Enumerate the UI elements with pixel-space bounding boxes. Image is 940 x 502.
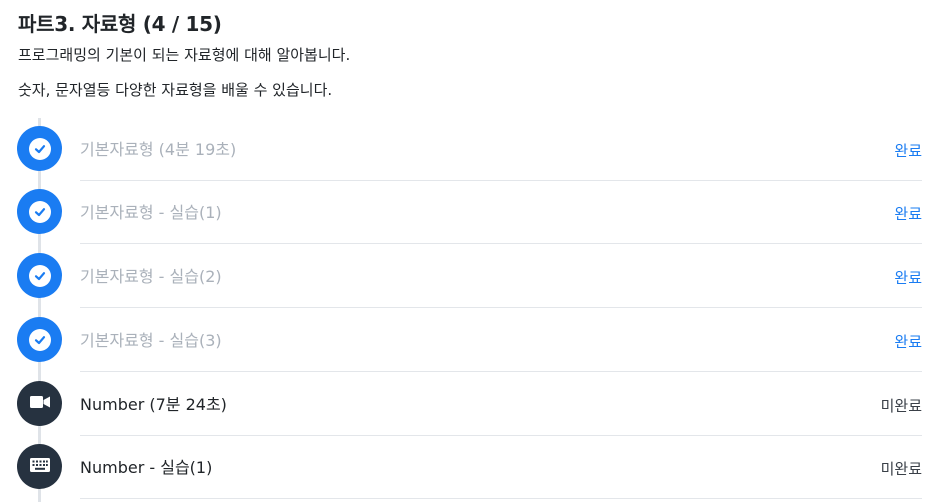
curriculum-part: 파트3. 자료형 (4 / 15) 프로그래밍의 기본이 되는 자료형에 대해 … [0,0,940,502]
check-icon [28,200,51,223]
lesson-title[interactable]: 기본자료형 - 실습(2) [80,263,222,287]
divider [80,307,922,308]
lesson-type-circle [17,381,62,426]
lesson-title[interactable]: Number (7분 24초) [80,391,227,415]
part-title: 파트3. 자료형 (4 / 15) [18,12,222,36]
part-description-line-2: 숫자, 문자열등 다양한 자료형을 배울 수 있습니다. [18,81,333,99]
divider [80,498,922,499]
check-icon [28,264,51,287]
check-icon [28,137,51,160]
keyboard-icon [29,457,50,476]
lesson-title[interactable]: 기본자료형 (4분 19초) [80,136,236,160]
lesson-title[interactable]: 기본자료형 - 실습(1) [80,199,222,223]
lesson-status: 완료 [894,142,922,160]
divider [80,371,922,372]
lesson-status: 미완료 [880,460,922,478]
part-description-line-1: 프로그래밍의 기본이 되는 자료형에 대해 알아봅니다. [18,46,351,64]
lesson-item[interactable]: 기본자료형 - 실습(1) 완료 [0,181,940,244]
divider [80,243,922,244]
lesson-status: 완료 [894,269,922,287]
lesson-status: 미완료 [880,397,922,415]
lesson-title[interactable]: 기본자료형 - 실습(3) [80,327,222,351]
lesson-item[interactable]: 기본자료형 - 실습(3) 완료 [0,309,940,372]
lesson-status-circle [17,126,62,171]
lesson-status: 완료 [894,205,922,223]
lesson-item[interactable]: Number - 실습(1) 미완료 [0,436,940,499]
lesson-status-circle [17,253,62,298]
lesson-status-circle [17,317,62,362]
lesson-item[interactable]: Number (7분 24초) 미완료 [0,373,940,436]
lesson-item[interactable]: 기본자료형 - 실습(2) 완료 [0,245,940,308]
lesson-item[interactable]: 기본자료형 (4분 19초) 완료 [0,118,940,181]
video-camera-icon [29,394,50,413]
lesson-title[interactable]: Number - 실습(1) [80,454,212,478]
check-icon [28,328,51,351]
lesson-type-circle [17,444,62,489]
lesson-status: 완료 [894,333,922,351]
lesson-status-circle [17,189,62,234]
